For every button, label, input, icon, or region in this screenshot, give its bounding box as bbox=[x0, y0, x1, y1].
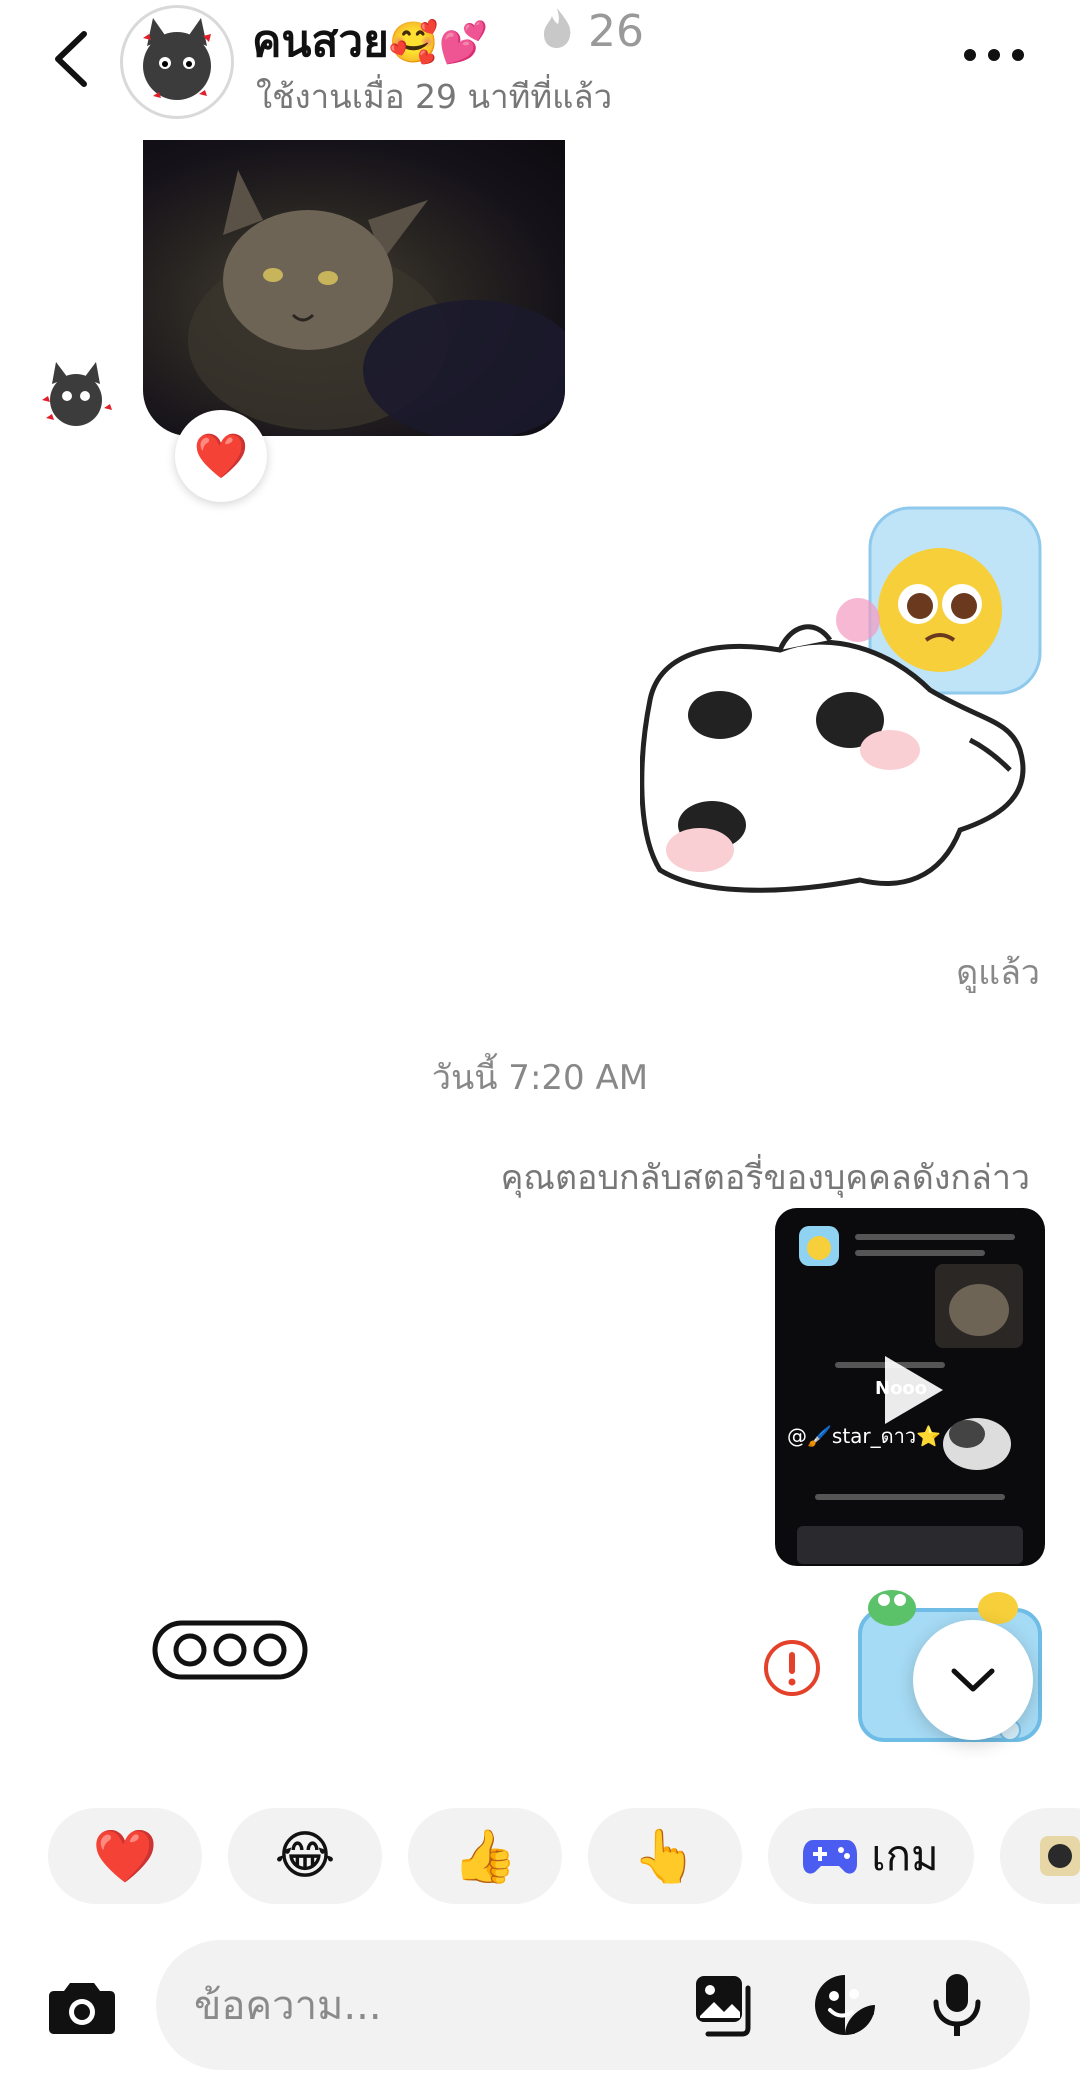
message-composer bbox=[156, 1940, 1030, 2070]
sticker-chip-icon bbox=[1040, 1836, 1080, 1876]
story-mention: @🖌️star_ดาว⭐ bbox=[787, 1424, 941, 1448]
contact-name-text: คนสวย bbox=[252, 16, 389, 67]
chevron-left-icon bbox=[55, 31, 87, 87]
typing-indicator bbox=[152, 1620, 312, 1680]
typing-dots-icon bbox=[152, 1620, 308, 1680]
send-failed-icon[interactable] bbox=[762, 1638, 822, 1698]
date-divider: วันนี้ 7:20 AM bbox=[431, 1058, 649, 1098]
message-input[interactable] bbox=[192, 1970, 656, 2042]
story-footer-bar bbox=[797, 1526, 1023, 1564]
streak-counter: 26 bbox=[540, 6, 644, 57]
sticker-icon[interactable] bbox=[812, 1972, 878, 2038]
received-photo-message[interactable] bbox=[143, 140, 565, 436]
gamepad-icon bbox=[803, 1840, 858, 1874]
gallery-icon[interactable] bbox=[692, 1972, 758, 2038]
cat-photo-image bbox=[188, 170, 565, 436]
story-text-line bbox=[855, 1234, 1015, 1240]
story-text-line bbox=[815, 1494, 1005, 1500]
microphone-icon[interactable] bbox=[924, 1972, 990, 2038]
chat-header: คนสวย🥰💕 26 ใช้งานเมื่อ 29 นาทีที่แล้ว bbox=[0, 0, 1080, 130]
devil-cat-avatar-icon bbox=[42, 362, 112, 426]
heart-reaction[interactable]: ❤️ bbox=[175, 410, 267, 502]
story-reply-card[interactable]: Nooo @🖌️star_ดาว⭐ bbox=[775, 1208, 1045, 1566]
last-active-status: ใช้งานเมื่อ 29 นาทีที่แล้ว bbox=[256, 77, 613, 116]
camera-icon bbox=[49, 1983, 115, 2034]
quick-reaction-thumbs-up[interactable]: 👍 bbox=[408, 1808, 562, 1904]
story-overlay-text: Nooo bbox=[875, 1378, 928, 1399]
contact-name: คนสวย🥰💕 bbox=[252, 6, 488, 76]
quick-reactions-bar: ❤️ 😂 👍 👆 เกม bbox=[48, 1808, 1080, 1904]
sticker-thumb-icon bbox=[799, 1226, 839, 1266]
chevron-down-icon bbox=[951, 1668, 995, 1692]
quick-reaction-point-up[interactable]: 👆 bbox=[588, 1808, 742, 1904]
quick-game-label: เกม bbox=[871, 1831, 939, 1880]
contact-avatar[interactable] bbox=[120, 5, 234, 119]
more-options-button[interactable] bbox=[960, 40, 1030, 70]
quick-reaction-heart[interactable]: ❤️ bbox=[48, 1808, 202, 1904]
more-dots-icon bbox=[964, 49, 1024, 61]
story-reply-label: คุณตอบกลับสตอรี่ของบุคคลดังกล่าว bbox=[500, 1158, 1030, 1198]
contact-name-emojis: 🥰💕 bbox=[388, 20, 489, 66]
alert-circle-icon bbox=[764, 1640, 820, 1696]
flame-icon bbox=[544, 8, 571, 48]
panda-sticker-icon bbox=[943, 1418, 1011, 1470]
devil-cat-avatar-icon bbox=[143, 18, 211, 100]
streak-count: 26 bbox=[588, 6, 644, 57]
scroll-to-bottom-button[interactable] bbox=[913, 1620, 1033, 1740]
seen-indicator: ดูแล้ว bbox=[956, 953, 1040, 993]
sender-avatar[interactable] bbox=[32, 350, 120, 438]
story-text-line bbox=[855, 1250, 985, 1256]
sent-sticker-message[interactable] bbox=[639, 500, 1050, 900]
cat-thumbnail-image bbox=[935, 1264, 1023, 1348]
camera-button[interactable] bbox=[46, 1970, 118, 2042]
cat-hug-sticker-icon bbox=[639, 506, 1042, 893]
quick-game-button[interactable]: เกม bbox=[768, 1808, 974, 1904]
back-button[interactable] bbox=[40, 22, 110, 92]
quick-sticker-chip[interactable] bbox=[1000, 1808, 1080, 1904]
quick-reaction-laugh[interactable]: 😂 bbox=[228, 1808, 382, 1904]
